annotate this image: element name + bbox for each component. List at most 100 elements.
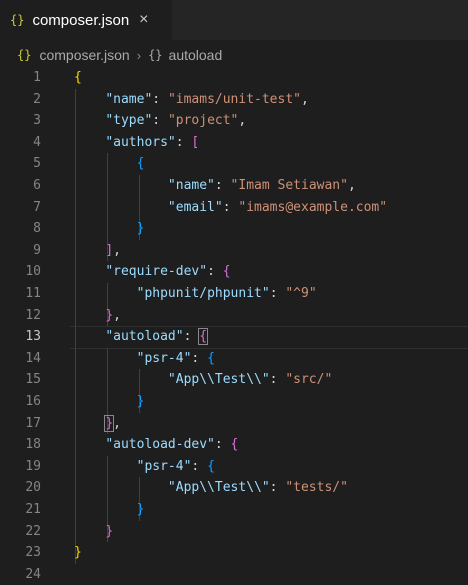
code-token: "psr-4" (136, 350, 192, 366)
code-line[interactable]: }, (74, 305, 121, 327)
code-line[interactable]: "name": "Imam Setiawan", (74, 175, 356, 197)
line-number: 15 (25, 372, 41, 388)
breadcrumb: {} composer.json › {} autoload (0, 44, 468, 66)
code-line[interactable]: }, (74, 413, 121, 435)
code-line[interactable]: "type": "project", (74, 110, 246, 132)
code-line[interactable]: } (74, 542, 82, 564)
code-token: { (230, 437, 239, 453)
code-token: "type" (105, 113, 153, 129)
code-token: "require-dev" (105, 264, 208, 280)
code-line[interactable]: "require-dev": { (74, 261, 231, 283)
code-line[interactable]: } (74, 391, 145, 413)
code-line[interactable]: "App\\Test\\": "tests/" (74, 477, 348, 499)
code-token: } (136, 502, 145, 517)
object-symbol-icon: {} (148, 48, 163, 62)
code-token: "autoload" (105, 329, 184, 345)
line-number: 20 (25, 480, 41, 496)
code-token: "email" (167, 199, 223, 215)
code-token: : (222, 199, 239, 215)
code-token: { (74, 70, 82, 85)
code-token: "project" (167, 113, 239, 129)
code-token: : (175, 134, 192, 150)
code-token: "imams/unit-test" (167, 91, 301, 107)
code-token: , (113, 415, 121, 431)
tab-label: composer.json (32, 11, 130, 29)
line-number: 8 (33, 221, 41, 237)
code-token: } (104, 414, 115, 432)
code-token: } (105, 307, 114, 323)
code-line[interactable]: "App\\Test\\": "src/" (74, 369, 332, 391)
code-line[interactable]: ], (74, 240, 121, 262)
code-line[interactable]: "autoload-dev": { (74, 434, 238, 456)
code-line[interactable]: "psr-4": { (74, 348, 215, 370)
code-token: : (269, 286, 286, 301)
chevron-right-icon: › (136, 47, 142, 63)
line-number: 13 (25, 329, 41, 345)
line-number: 14 (25, 350, 41, 366)
code-editor[interactable]: 1 2 3 4 5 6 7 8 9 10 11 12 13 14 15 16 17 18 19 20 21 22 23 24 … (0, 67, 468, 584)
code-line[interactable]: "authors": [ (74, 132, 199, 154)
code-token: } (136, 221, 145, 237)
code-token: { (207, 350, 215, 366)
code-token: "psr-4" (136, 458, 192, 474)
code-line[interactable]: "name": "imams/unit-test", (74, 89, 309, 111)
code-token: "authors" (105, 134, 176, 150)
code-line[interactable]: "autoload": { (74, 326, 209, 348)
code-token: { (207, 458, 215, 474)
code-token: : (214, 178, 231, 193)
code-token: "phpunit/phpunit" (136, 286, 270, 301)
code-token: { (222, 264, 231, 280)
code-line[interactable]: "psr-4": { (74, 456, 215, 478)
code-token: "imams@example.com" (238, 199, 388, 215)
line-number: 16 (25, 394, 41, 409)
code-line[interactable]: } (74, 218, 145, 240)
line-number: 6 (33, 178, 41, 193)
line-number: 19 (25, 458, 41, 474)
code-token: { (136, 156, 145, 172)
line-number: 7 (33, 199, 41, 215)
code-line[interactable]: { (74, 67, 82, 89)
tab-composer-json[interactable]: {} composer.json × (0, 0, 172, 40)
code-line[interactable]: "email": "imams@example.com" (74, 197, 387, 219)
line-number: 24 (25, 566, 41, 582)
code-token: : (214, 437, 231, 453)
tab-bar: {} composer.json × (0, 0, 468, 40)
code-token: , (113, 307, 121, 323)
code-line[interactable]: } (74, 499, 145, 521)
line-number: 4 (33, 134, 41, 150)
breadcrumb-symbol[interactable]: autoload (169, 47, 223, 63)
breadcrumb-file[interactable]: composer.json (39, 47, 129, 63)
code-token: "App\\Test\\" (167, 372, 270, 388)
code-token: [ (191, 134, 200, 150)
code-token: , (301, 91, 309, 107)
code-token: "autoload-dev" (105, 437, 215, 453)
line-number: 11 (25, 286, 41, 301)
code-token: , (238, 113, 247, 129)
line-number: 2 (33, 91, 41, 107)
code-token: : (269, 480, 286, 496)
code-line[interactable]: } (74, 521, 113, 543)
line-number: 22 (25, 523, 41, 539)
line-number: 17 (25, 415, 41, 431)
code-token: : (207, 264, 223, 280)
line-number: 10 (25, 264, 41, 280)
line-number: 23 (25, 545, 41, 561)
code-line[interactable]: { (74, 153, 145, 175)
line-number: 12 (25, 307, 41, 323)
code-token: : (191, 458, 208, 474)
code-line[interactable]: "phpunit/phpunit": "^9" (74, 283, 317, 305)
close-icon[interactable]: × (139, 11, 148, 29)
